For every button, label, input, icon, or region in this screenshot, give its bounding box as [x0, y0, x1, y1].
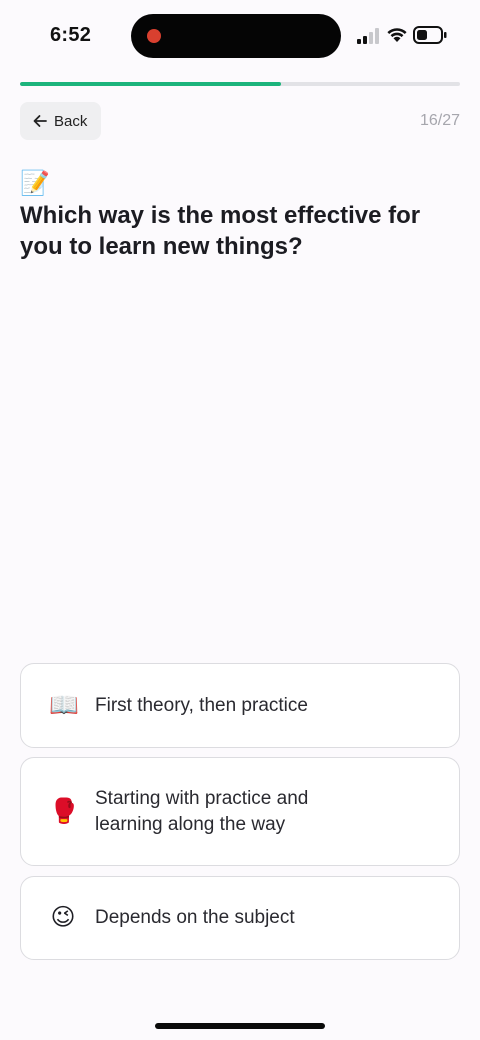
question-counter: 16/27	[419, 112, 460, 129]
quiz-screen: 6:52 Back 16/27 📝 Which way is the most …	[0, 0, 480, 1040]
option-theory-first[interactable]: 📖 First theory, then practice	[20, 663, 460, 748]
progress-fill	[20, 82, 281, 86]
option-depends[interactable]: 😉 Depends on the subject	[20, 876, 460, 960]
winking-face-icon: 😉	[50, 904, 76, 931]
option-label: First theory, then practice	[95, 694, 308, 716]
battery-icon	[413, 26, 447, 44]
recording-dot-icon	[147, 29, 161, 43]
status-time: 6:52	[50, 24, 92, 46]
boxing-glove-icon: 🥊	[49, 797, 79, 825]
wifi-icon	[387, 28, 407, 42]
status-bar: 6:52	[0, 0, 480, 72]
dynamic-island	[131, 14, 341, 58]
option-practice-first[interactable]: 🥊 Starting with practice and learning al…	[20, 757, 460, 866]
arrow-left-icon	[33, 115, 47, 127]
cellular-signal-icon	[357, 28, 379, 44]
open-book-icon: 📖	[49, 691, 79, 719]
back-button[interactable]: Back	[20, 102, 101, 140]
memo-icon: 📝	[20, 170, 50, 197]
question-title: Which way is the most effective for you …	[20, 202, 421, 260]
progress-bar	[20, 82, 460, 86]
option-label: Depends on the subject	[95, 907, 295, 928]
back-label: Back	[54, 112, 88, 130]
home-indicator[interactable]	[155, 1023, 325, 1029]
option-label: Starting with practice and learning alon…	[95, 787, 309, 835]
